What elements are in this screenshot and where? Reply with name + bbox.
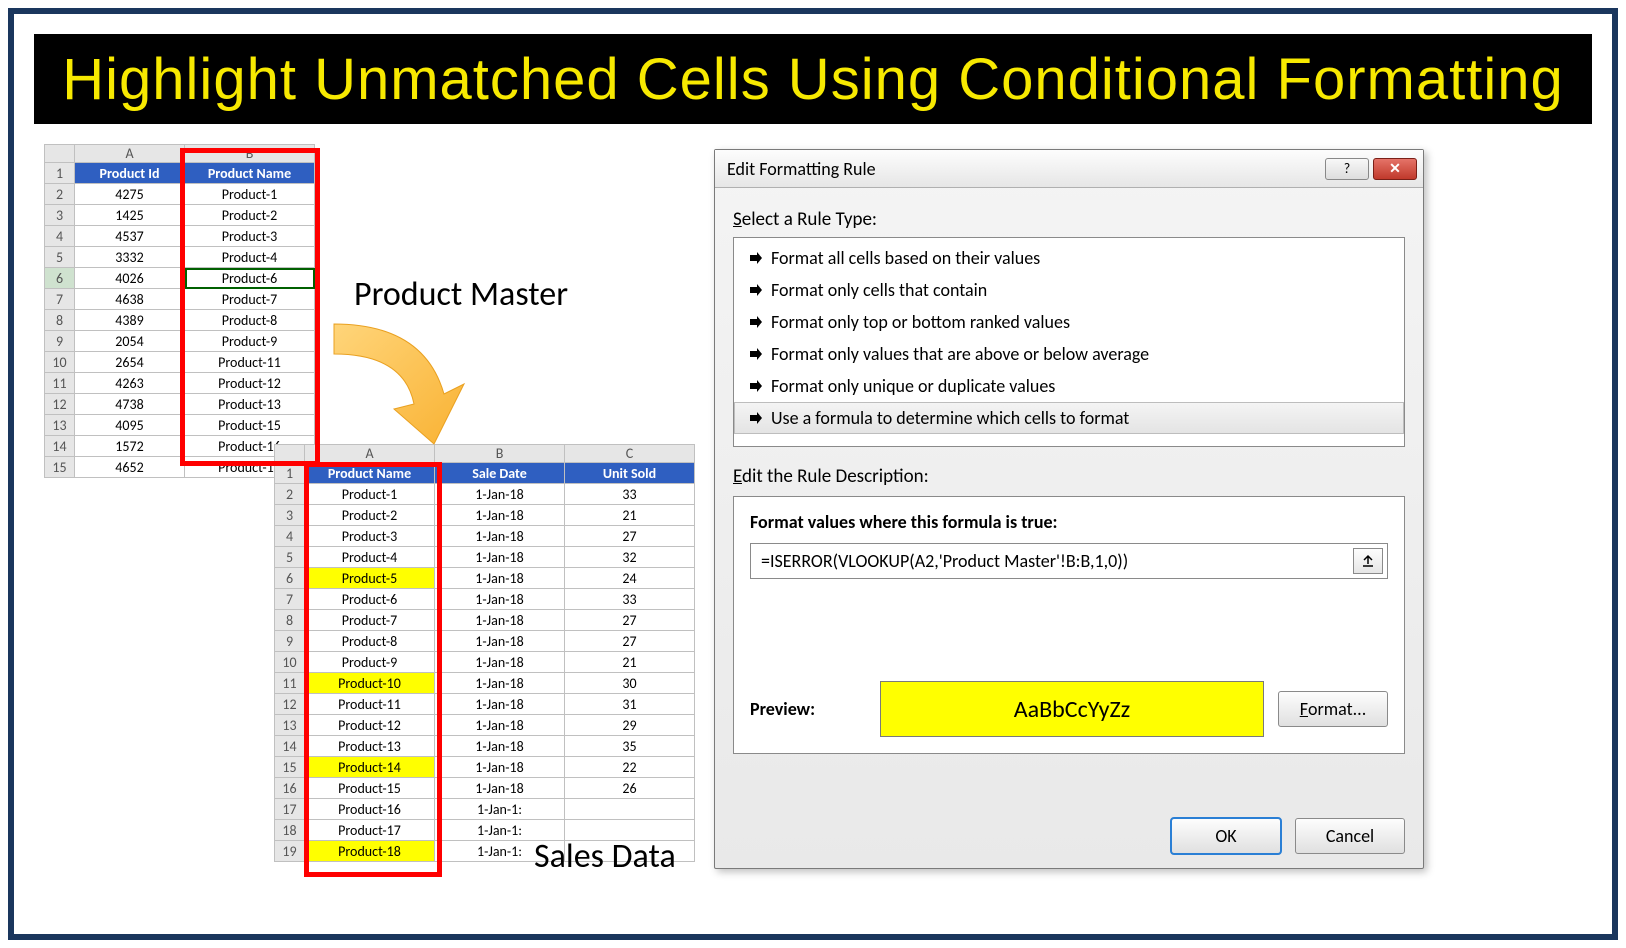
rule-type-item[interactable]: Format only values that are above or bel… <box>734 338 1404 370</box>
master-sheet: AB1Product IdProduct Name24275Product-13… <box>44 144 315 478</box>
dialog-titlebar[interactable]: Edit Formatting Rule ? ✕ <box>715 150 1423 188</box>
rule-type-item[interactable]: Format only unique or duplicate values <box>734 370 1404 402</box>
formula-text[interactable]: =ISERROR(VLOOKUP(A2,'Product Master'!B:B… <box>751 550 1349 572</box>
page-title: Highlight Unmatched Cells Using Conditio… <box>34 34 1592 124</box>
edit-formatting-rule-dialog: Edit Formatting Rule ? ✕ Select a Rule T… <box>714 149 1424 869</box>
format-button[interactable]: Format... <box>1278 691 1388 727</box>
formula-input[interactable]: =ISERROR(VLOOKUP(A2,'Product Master'!B:B… <box>750 543 1388 579</box>
rule-description-label: Edit the Rule Description: <box>733 465 1405 488</box>
preview-label: Preview: <box>750 698 880 720</box>
rule-type-item[interactable]: Use a formula to determine which cells t… <box>734 402 1404 434</box>
master-label: Product Master <box>354 274 568 315</box>
arrow-icon <box>314 314 474 454</box>
rule-type-item[interactable]: Format all cells based on their values <box>734 242 1404 274</box>
rule-type-item[interactable]: Format only top or bottom ranked values <box>734 306 1404 338</box>
dialog-title: Edit Formatting Rule <box>727 158 1321 180</box>
cancel-button[interactable]: Cancel <box>1295 818 1405 854</box>
page-frame: Highlight Unmatched Cells Using Conditio… <box>8 8 1618 940</box>
close-button[interactable]: ✕ <box>1373 158 1417 180</box>
rule-type-list[interactable]: Format all cells based on their valuesFo… <box>733 237 1405 447</box>
sales-label: Sales Data <box>534 836 676 877</box>
rule-type-label: Select a Rule Type: <box>733 208 1405 231</box>
preview-box: AaBbCcYyZz <box>880 681 1264 737</box>
help-button[interactable]: ? <box>1325 158 1369 180</box>
formula-label: Format values where this formula is true… <box>750 511 1388 533</box>
rule-description-box: Format values where this formula is true… <box>733 496 1405 754</box>
sales-sheet: ABC1Product NameSale DateUnit Sold2Produ… <box>274 444 695 862</box>
ok-button[interactable]: OK <box>1171 818 1281 854</box>
rule-type-item[interactable]: Format only cells that contain <box>734 274 1404 306</box>
collapse-dialog-icon[interactable] <box>1353 548 1383 574</box>
